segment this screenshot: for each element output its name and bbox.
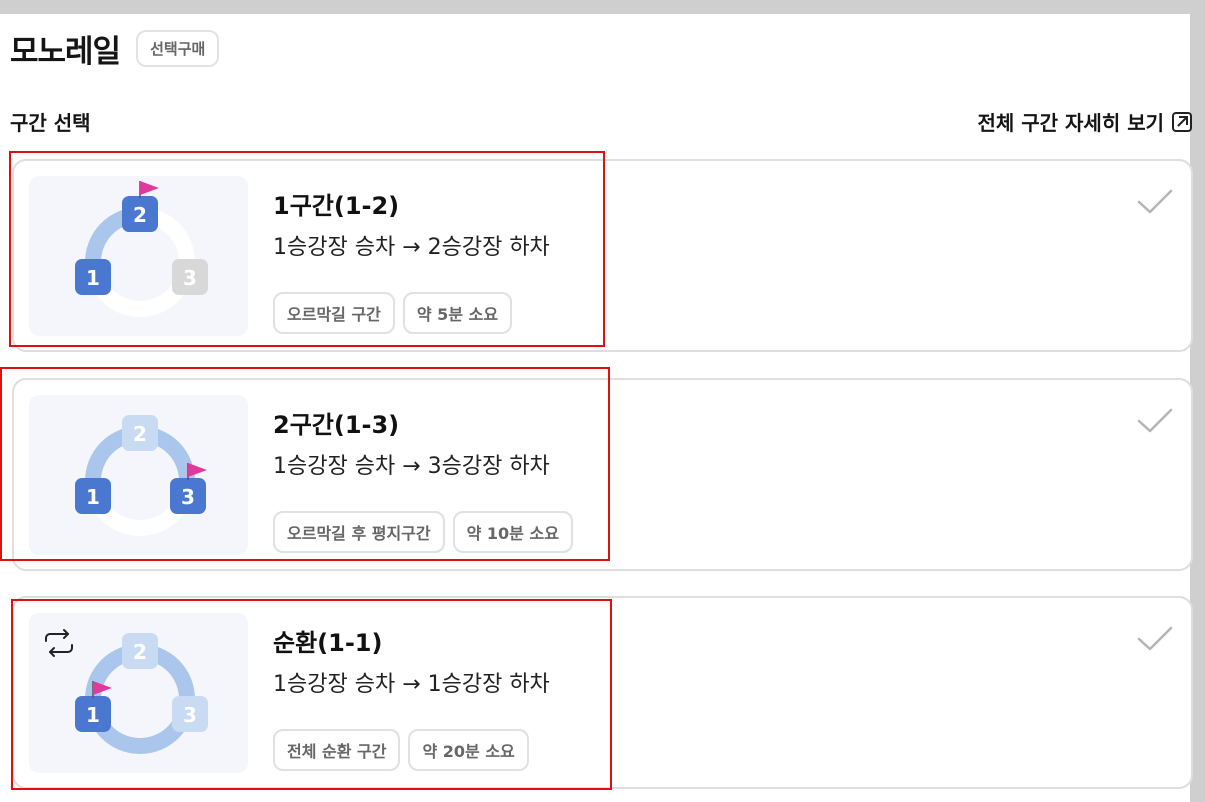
route-title: 2구간(1-3) (273, 411, 400, 439)
detail-link-label: 전체 구간 자세히 보기 (977, 111, 1165, 135)
route-card-2[interactable]: 2 1 3 2구간(1-3) 1승강장 승차 → 3승강장 하차 오르막길 후 … (12, 378, 1193, 571)
route-map-1: 2 1 3 (29, 176, 248, 336)
station-2-label: 2 (133, 203, 147, 227)
section-label: 구간 선택 (10, 111, 91, 135)
route-tags: 오르막길 후 평지구간 약 10분 소요 (273, 511, 573, 553)
detail-link[interactable]: 전체 구간 자세히 보기 (978, 107, 1194, 136)
header: 모노레일 선택구매 (10, 26, 220, 71)
route-map-2: 2 1 3 (29, 395, 248, 555)
route-tag: 오르막길 후 평지구간 (273, 511, 445, 553)
external-link-icon (1172, 111, 1192, 132)
check-icon[interactable] (1135, 406, 1175, 436)
route-diagram-3: 2 1 3 (45, 629, 208, 754)
route-diagram-2: 2 1 3 (75, 415, 207, 536)
route-tag: 약 10분 소요 (452, 511, 573, 553)
flag-icon (139, 181, 159, 198)
station-1-label: 1 (86, 485, 100, 509)
route-description: 1승강장 승차 → 3승강장 하차 (273, 454, 550, 479)
station-3-label: 3 (183, 703, 197, 727)
route-tag: 약 5분 소요 (402, 292, 513, 334)
select-purchase-chip[interactable]: 선택구매 (136, 30, 220, 67)
page-title: 모노레일 (10, 34, 121, 70)
route-tags: 전체 순환 구간 약 20분 소요 (273, 729, 529, 771)
route-tags: 오르막길 구간 약 5분 소요 (273, 292, 513, 334)
station-1-label: 1 (86, 703, 100, 727)
route-diagram-1: 2 1 3 (75, 181, 208, 317)
route-tag: 약 20분 소요 (408, 729, 529, 771)
check-icon[interactable] (1135, 624, 1175, 654)
loop-icon (45, 629, 73, 657)
station-3-label: 3 (183, 266, 197, 290)
station-3-label: 3 (181, 485, 195, 509)
route-title: 순환(1-1) (273, 629, 383, 657)
check-icon[interactable] (1135, 187, 1175, 217)
route-tag: 전체 순환 구간 (273, 729, 401, 771)
route-card-1[interactable]: 2 1 3 1구간(1-2) 1승강장 승차 → 2승강장 하차 오르막길 구간… (12, 159, 1193, 352)
route-map-3: 2 1 3 (29, 613, 248, 773)
route-description: 1승강장 승차 → 1승강장 하차 (273, 672, 550, 697)
station-2-label: 2 (133, 640, 147, 664)
route-tag: 오르막길 구간 (273, 292, 395, 334)
route-title: 1구간(1-2) (273, 192, 400, 220)
station-1-label: 1 (86, 266, 100, 290)
station-2-label: 2 (133, 422, 147, 446)
route-card-3[interactable]: 2 1 3 순환(1-1) 1승강장 승차 → 1승강장 하차 전체 순환 구간… (12, 596, 1193, 789)
route-description: 1승강장 승차 → 2승강장 하차 (273, 235, 550, 260)
